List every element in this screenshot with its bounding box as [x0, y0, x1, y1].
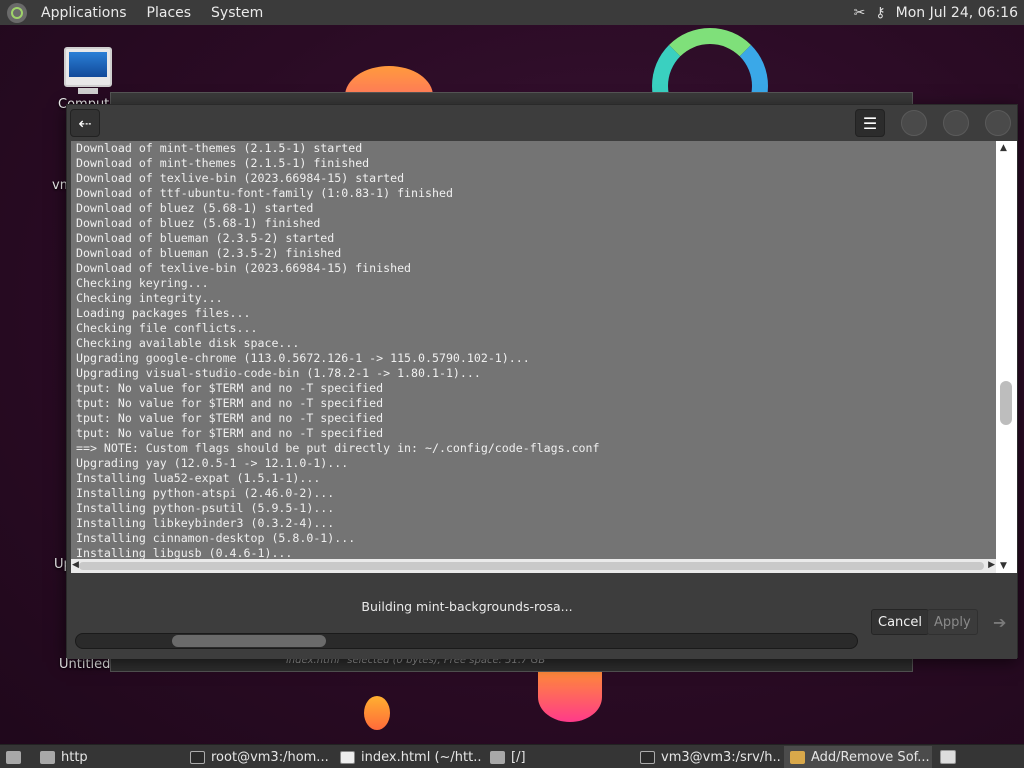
- log-line: Upgrading visual-studio-code-bin (1.78.2…: [76, 366, 481, 380]
- terminal-icon: [190, 750, 205, 764]
- vertical-scrollbar[interactable]: ▲ ▼: [996, 141, 1017, 573]
- computer-icon[interactable]: [64, 47, 112, 87]
- taskbar-item-label: [/]: [511, 749, 526, 765]
- log-line: Upgrading yay (12.0.5-1 -> 12.1.0-1)...: [76, 456, 349, 470]
- package-icon: [790, 750, 805, 764]
- arrow-right-icon[interactable]: ➔: [987, 609, 1012, 635]
- log-line: Download of ttf-ubuntu-font-family (1:0.…: [76, 186, 453, 200]
- log-line: Download of texlive-bin (2023.66984-15) …: [76, 171, 405, 185]
- log-line: Installing python-psutil (5.9.5-1)...: [76, 501, 335, 515]
- log-line: Download of bluez (5.68-1) started: [76, 201, 314, 215]
- folder-icon: [40, 750, 55, 764]
- panel-clock[interactable]: Mon Jul 24, 06:16: [896, 5, 1018, 21]
- close-button[interactable]: [985, 110, 1011, 136]
- scroll-right-arrow-icon[interactable]: ▶: [988, 560, 995, 570]
- log-line: Installing cinnamon-desktop (5.8.0-1)...: [76, 531, 356, 545]
- horizontal-scrollbar[interactable]: ◀ ▶: [71, 559, 996, 573]
- computer-icon-stand: [78, 88, 98, 94]
- hamburger-menu-icon: ☰: [862, 113, 878, 133]
- menu-logo-icon[interactable]: [7, 2, 27, 23]
- wallpaper-shape: [538, 672, 602, 722]
- log-line: Installing libkeybinder3 (0.3.2-4)...: [76, 516, 335, 530]
- panel-tray: ✂ ⚷ Mon Jul 24, 06:16: [854, 5, 1024, 21]
- taskbar-item-vm3-terminal[interactable]: vm3@vm3:/srv/h...: [634, 746, 782, 768]
- progress-bar: [75, 633, 858, 649]
- minimize-button[interactable]: [901, 110, 927, 136]
- workspace-switcher[interactable]: [934, 746, 964, 768]
- log-line: tput: No value for $TERM and no -T speci…: [76, 381, 384, 395]
- desktop-icon-label[interactable]: Untitled.: [59, 657, 115, 672]
- folder-icon: [490, 750, 505, 764]
- taskbar-item-label: vm3@vm3:/srv/h...: [661, 749, 782, 765]
- scissors-icon[interactable]: ✂: [854, 5, 866, 21]
- apply-button[interactable]: Apply: [927, 609, 978, 635]
- log-line: Checking integrity...: [76, 291, 223, 305]
- taskbar-item-add-remove-software[interactable]: Add/Remove Sof...: [784, 746, 932, 768]
- desktop-icon: [6, 750, 21, 764]
- key-icon[interactable]: ⚷: [875, 5, 885, 21]
- transaction-log: Download of mint-themes (2.1.5-1) starte…: [71, 141, 996, 573]
- horizontal-scrollbar-thumb[interactable]: [79, 562, 984, 570]
- build-status-text: Building mint-backgrounds-rosa...: [361, 599, 573, 614]
- wallpaper-shape: [364, 696, 390, 730]
- taskbar-item-label: http: [61, 749, 88, 765]
- cancel-button[interactable]: Cancel: [871, 609, 930, 635]
- back-arrow-icon: ⇠: [78, 113, 92, 133]
- log-line: Checking keyring...: [76, 276, 209, 290]
- log-line: Download of blueman (2.3.5-2) finished: [76, 246, 342, 260]
- vertical-scrollbar-thumb[interactable]: [1000, 381, 1012, 425]
- text-editor-icon: [340, 750, 355, 764]
- log-line: Download of mint-themes (2.1.5-1) starte…: [76, 141, 363, 155]
- scroll-down-arrow-icon[interactable]: ▼: [1000, 561, 1007, 571]
- taskbar-item-http[interactable]: http: [34, 746, 182, 768]
- log-line: Checking available disk space...: [76, 336, 300, 350]
- log-line: Download of texlive-bin (2023.66984-15) …: [76, 261, 412, 275]
- update-progress-dialog: ⇠ ☰ Download of mint-themes (2.1.5-1) st…: [66, 104, 1018, 659]
- dialog-titlebar: ⇠ ☰: [67, 105, 1017, 141]
- taskbar-item-label: index.html (~/htt...: [361, 749, 482, 765]
- taskbar-item-root-terminal[interactable]: root@vm3:/hom...: [184, 746, 332, 768]
- log-line: Download of bluez (5.68-1) finished: [76, 216, 321, 230]
- bottom-taskbar: http root@vm3:/hom... index.html (~/htt.…: [0, 744, 1024, 768]
- log-line: tput: No value for $TERM and no -T speci…: [76, 411, 384, 425]
- taskbar-item-label: root@vm3:/hom...: [211, 749, 329, 765]
- taskbar-item-label: Add/Remove Sof...: [811, 749, 930, 765]
- progress-bar-pulse: [172, 635, 326, 647]
- log-line: Installing lua52-expat (1.5.1-1)...: [76, 471, 321, 485]
- log-line: Loading packages files...: [76, 306, 251, 320]
- top-panel: Applications Places System ✂ ⚷ Mon Jul 2…: [0, 0, 1024, 25]
- system-menu[interactable]: System: [205, 5, 269, 21]
- dialog-status-area: Building mint-backgrounds-rosa... Cancel…: [67, 589, 1017, 659]
- log-line: tput: No value for $TERM and no -T speci…: [76, 396, 384, 410]
- scroll-up-arrow-icon[interactable]: ▲: [1000, 143, 1007, 153]
- scroll-left-arrow-icon[interactable]: ◀: [72, 560, 79, 570]
- log-line: Download of mint-themes (2.1.5-1) finish…: [76, 156, 370, 170]
- taskbar-item-index-html[interactable]: index.html (~/htt...: [334, 746, 482, 768]
- show-desktop-button[interactable]: [0, 746, 32, 768]
- log-text: Download of mint-themes (2.1.5-1) starte…: [71, 141, 996, 573]
- workspace-icon: [940, 750, 956, 764]
- log-line: Installing python-atspi (2.46.0-2)...: [76, 486, 335, 500]
- log-line: Upgrading google-chrome (113.0.5672.126-…: [76, 351, 530, 365]
- log-line: Checking file conflicts...: [76, 321, 258, 335]
- terminal-icon: [640, 750, 655, 764]
- main-menu-button[interactable]: ☰: [855, 109, 885, 137]
- taskbar-item-root-folder[interactable]: [/]: [484, 746, 632, 768]
- log-line: Download of blueman (2.3.5-2) started: [76, 231, 335, 245]
- log-line: ==> NOTE: Custom flags should be put dir…: [76, 441, 600, 455]
- log-line: tput: No value for $TERM and no -T speci…: [76, 426, 384, 440]
- back-button[interactable]: ⇠: [70, 109, 100, 137]
- places-menu[interactable]: Places: [141, 5, 198, 21]
- transaction-log-panel[interactable]: Download of mint-themes (2.1.5-1) starte…: [71, 141, 1017, 573]
- titlebar-controls: ☰: [855, 109, 1011, 137]
- maximize-button[interactable]: [943, 110, 969, 136]
- applications-menu[interactable]: Applications: [35, 5, 133, 21]
